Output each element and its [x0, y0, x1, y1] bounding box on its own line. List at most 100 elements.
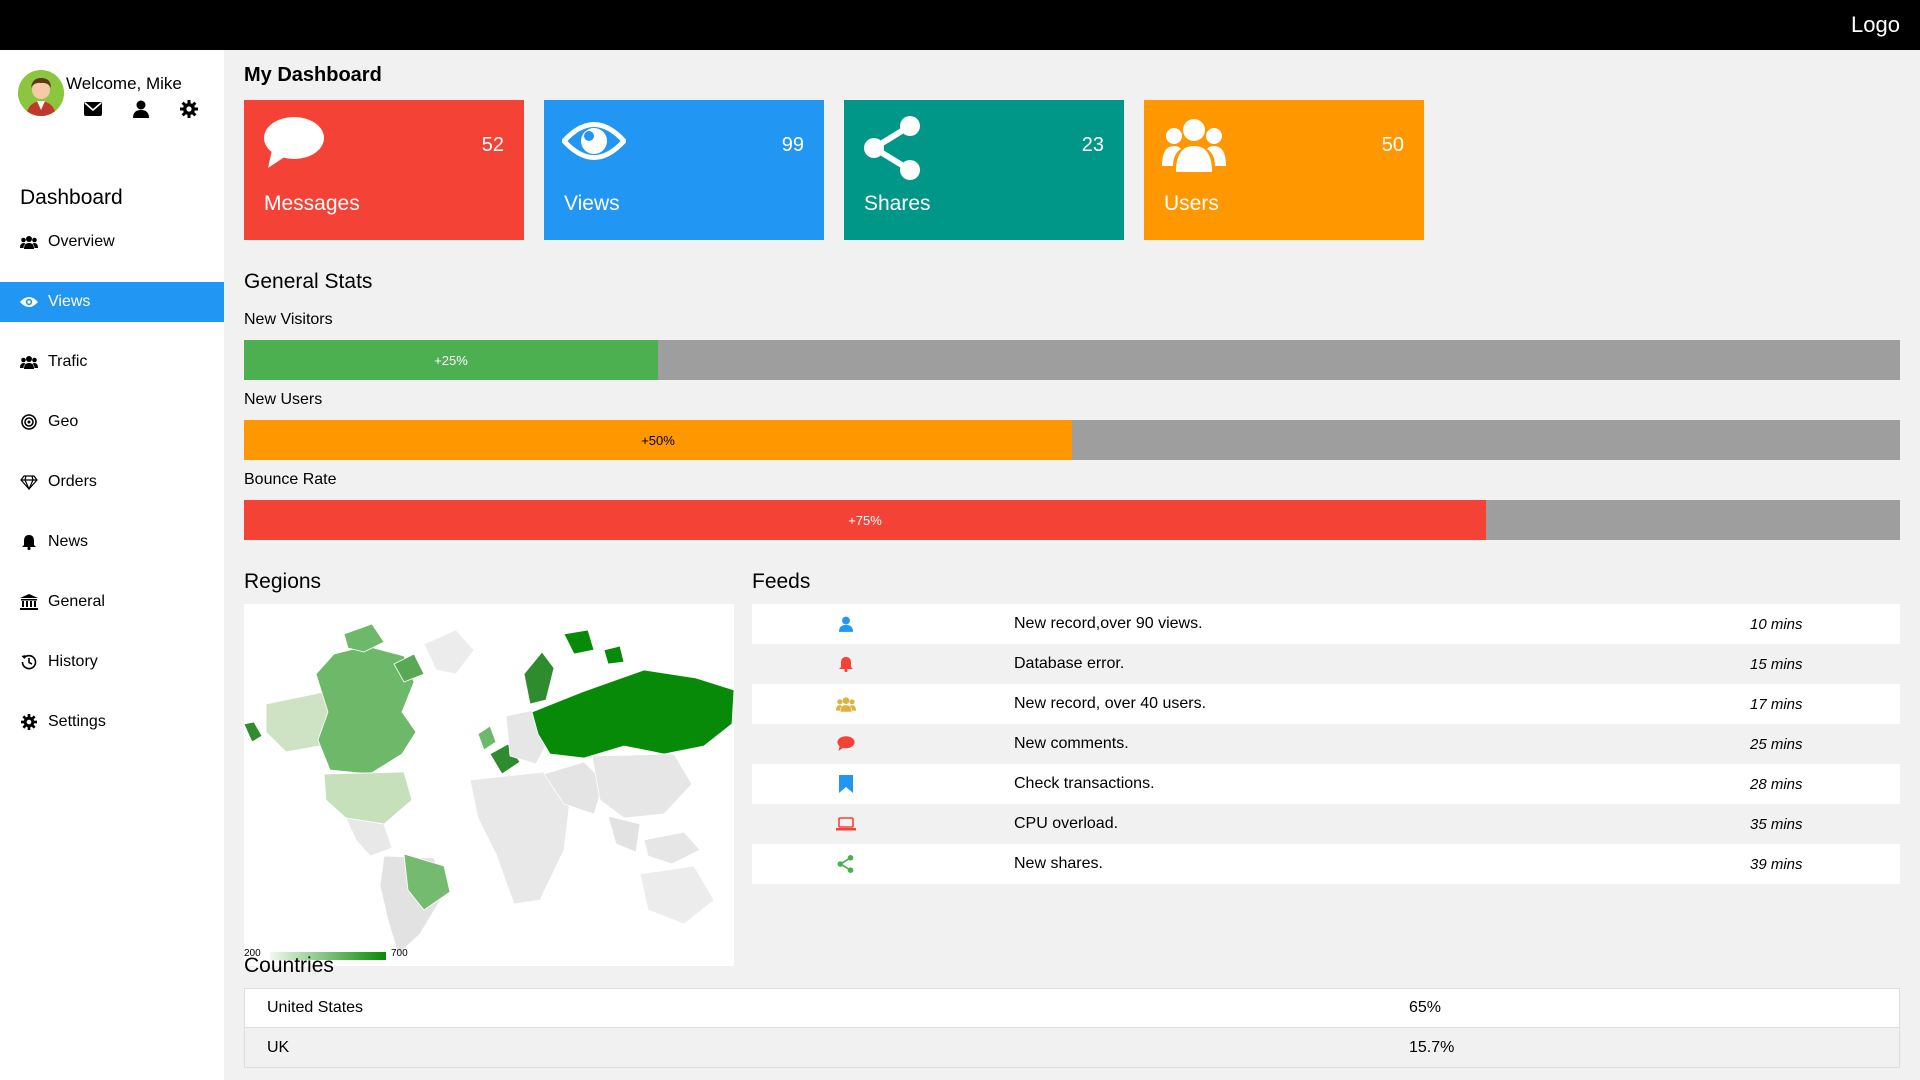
sidebar-item-label: Geo — [48, 413, 79, 430]
sidebar-item-label: Orders — [48, 473, 97, 490]
share-icon — [862, 116, 926, 185]
users-icon — [20, 353, 38, 371]
card-shares[interactable]: 23 Shares — [844, 100, 1124, 240]
avatar[interactable] — [18, 70, 64, 116]
progress-fill: +75% — [244, 500, 1486, 540]
feeds-title: Feeds — [752, 570, 811, 593]
feed-row[interactable]: New record, over 40 users. 17 mins — [752, 684, 1900, 724]
feed-text: New record, over 40 users. — [1014, 695, 1207, 712]
sidebar-item-history[interactable]: History — [0, 642, 224, 682]
card-label: Views — [564, 192, 620, 215]
feed-time: 17 mins — [1750, 695, 1803, 713]
sidebar-item-label: Settings — [48, 713, 106, 730]
feed-row[interactable]: CPU overload. 35 mins — [752, 804, 1900, 844]
comment-icon — [262, 116, 326, 177]
card-label: Shares — [864, 192, 931, 215]
progress-fill: +25% — [244, 340, 658, 380]
sidebar-title: Dashboard — [20, 186, 123, 209]
eye-icon — [20, 293, 38, 311]
sidebar-item-label: Trafic — [48, 353, 88, 370]
card-label: Users — [1164, 192, 1219, 215]
sidebar-item-settings[interactable]: Settings — [0, 702, 224, 742]
sidebar-nav: Overview Views Trafic Geo Orders News Ge… — [0, 222, 224, 762]
user-icon[interactable] — [130, 98, 152, 120]
bank-icon — [20, 593, 38, 611]
sidebar-item-orders[interactable]: Orders — [0, 462, 224, 502]
users-icon — [20, 233, 38, 251]
general-stats-title: General Stats — [244, 270, 373, 293]
feed-time: 15 mins — [1750, 655, 1803, 673]
diamond-icon — [20, 473, 38, 491]
sidebar-item-geo[interactable]: Geo — [0, 402, 224, 442]
sidebar-item-label: History — [48, 653, 98, 670]
card-label: Messages — [264, 192, 360, 215]
table-row[interactable]: United States 65% — [244, 988, 1900, 1028]
legend-max: 700 — [391, 948, 408, 959]
laptop-icon — [752, 817, 940, 831]
card-value: 52 — [481, 134, 504, 156]
history-icon — [20, 653, 38, 671]
feed-text: CPU overload. — [1014, 815, 1119, 832]
welcome-text: Welcome, Mike — [66, 74, 182, 93]
logo[interactable]: Logo — [1851, 12, 1900, 38]
bell-icon — [20, 533, 38, 551]
progress-text: +25% — [434, 352, 468, 368]
sidebar-item-news[interactable]: News — [0, 522, 224, 562]
gear-icon — [20, 713, 38, 731]
page-title: My Dashboard — [244, 64, 382, 86]
card-messages[interactable]: 52 Messages — [244, 100, 524, 240]
feed-time: 10 mins — [1750, 615, 1803, 633]
share-icon — [752, 855, 940, 873]
stat-label-new-users: New Users — [244, 391, 323, 408]
feed-text: Database error. — [1014, 655, 1125, 672]
stat-label-new-visitors: New Visitors — [244, 311, 333, 328]
feed-time: 39 mins — [1750, 855, 1803, 873]
gear-icon[interactable] — [178, 98, 200, 120]
sidebar-item-label: News — [48, 533, 89, 550]
bookmark-icon — [752, 775, 940, 793]
feeds-table: New record,over 90 views. 10 mins Databa… — [752, 604, 1900, 884]
eye-icon — [560, 116, 628, 171]
comment-icon — [752, 736, 940, 752]
feed-row[interactable]: Check transactions. 28 mins — [752, 764, 1900, 804]
feed-row[interactable]: New comments. 25 mins — [752, 724, 1900, 764]
envelope-icon[interactable] — [82, 98, 104, 120]
progress-bounce-rate: +75% — [244, 500, 1900, 540]
target-icon — [20, 413, 38, 431]
feed-time: 35 mins — [1750, 815, 1803, 833]
feed-text: New record,over 90 views. — [1014, 615, 1203, 632]
card-value: 23 — [1081, 134, 1104, 156]
sidebar-item-overview[interactable]: Overview — [0, 222, 224, 262]
feed-row[interactable]: Database error. 15 mins — [752, 644, 1900, 684]
progress-new-visitors: +25% — [244, 340, 1900, 380]
countries-title: Countries — [244, 954, 334, 977]
card-users[interactable]: 50 Users — [1144, 100, 1424, 240]
stat-label-bounce-rate: Bounce Rate — [244, 471, 337, 488]
card-views[interactable]: 99 Views — [544, 100, 824, 240]
country-value: 65% — [1409, 999, 1442, 1016]
user-quick-actions — [82, 98, 200, 120]
feed-text: New comments. — [1014, 735, 1129, 752]
users-icon — [752, 696, 940, 712]
progress-text: +75% — [848, 512, 882, 528]
sidebar-item-label: Views — [48, 293, 91, 310]
country-name: UK — [267, 1038, 290, 1056]
progress-text: +50% — [641, 432, 675, 448]
regions-title: Regions — [244, 570, 322, 593]
feed-row[interactable]: New record,over 90 views. 10 mins — [752, 604, 1900, 644]
sidebar-item-label: Overview — [48, 233, 115, 250]
regions-map[interactable]: 200 700 — [243, 604, 735, 966]
sidebar-item-general[interactable]: General — [0, 582, 224, 622]
bell-icon — [752, 656, 940, 672]
sidebar-item-views[interactable]: Views — [0, 282, 224, 322]
sidebar-item-trafic[interactable]: Trafic — [0, 342, 224, 382]
feed-row[interactable]: New shares. 39 mins — [752, 844, 1900, 884]
countries-table: United States 65% UK 15.7% — [244, 988, 1900, 1068]
country-value: 15.7% — [1409, 1038, 1455, 1056]
card-value: 99 — [781, 134, 804, 156]
card-value: 50 — [1381, 134, 1404, 156]
feed-text: Check transactions. — [1014, 775, 1155, 792]
progress-new-users: +50% — [244, 420, 1900, 460]
user-icon — [752, 616, 940, 632]
table-row[interactable]: UK 15.7% — [244, 1028, 1900, 1068]
